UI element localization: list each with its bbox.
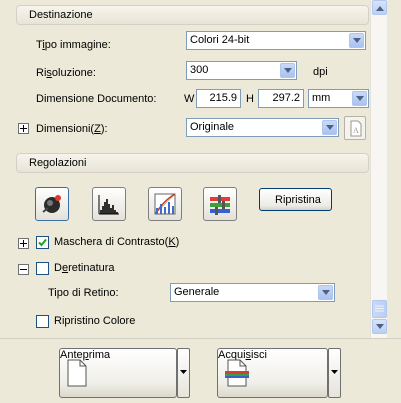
document-icon: A xyxy=(350,120,362,137)
chevron-down-icon xyxy=(180,370,187,374)
color-palette-icon xyxy=(210,195,230,215)
document-icon xyxy=(67,359,87,387)
deretinatura-checkbox[interactable] xyxy=(36,262,49,275)
chevron-down-icon[interactable] xyxy=(352,91,367,106)
scroll-down-button[interactable] xyxy=(372,319,387,334)
maschera-checkbox[interactable] xyxy=(36,236,49,249)
scan-document-icon xyxy=(225,359,249,387)
tipo-immagine-value: Colori 24-bit xyxy=(190,34,250,46)
risoluzione-label: Risoluzione: xyxy=(36,67,96,79)
chevron-down-icon[interactable] xyxy=(280,63,295,78)
ripristina-label: Ripristina xyxy=(275,194,321,206)
maschera-expand-toggle[interactable] xyxy=(18,238,29,249)
grip-icon xyxy=(375,305,384,312)
ripristina-button[interactable]: Ripristina xyxy=(259,188,332,211)
width-field[interactable]: 215.9 xyxy=(196,89,241,108)
histogram-button[interactable] xyxy=(92,187,126,221)
regolazioni-header-label: Regolazioni xyxy=(29,157,87,169)
chevron-down-icon[interactable] xyxy=(349,33,364,48)
window-edge xyxy=(387,0,401,338)
ripristino-colore-label: Ripristino Colore xyxy=(54,315,136,327)
scroll-thumb[interactable] xyxy=(372,300,387,318)
scroll-up-button[interactable] xyxy=(372,0,387,15)
acquisisci-dropdown[interactable] xyxy=(328,348,341,398)
risoluzione-value: 300 xyxy=(190,64,209,76)
destinazione-header-label: Destinazione xyxy=(29,9,93,21)
dimensioni-select[interactable]: Originale xyxy=(186,118,339,137)
tipo-retino-select[interactable]: Generale xyxy=(170,283,335,302)
tipo-immagine-select[interactable]: Colori 24-bit xyxy=(186,31,366,50)
vertical-scrollbar[interactable] xyxy=(370,0,387,338)
color-palette-button[interactable] xyxy=(203,187,237,221)
width-label: W xyxy=(184,93,195,105)
unit-value: mm xyxy=(312,92,331,104)
risoluzione-unit: dpi xyxy=(313,66,328,78)
destinazione-section-header[interactable]: Destinazione xyxy=(16,5,369,25)
height-label: H xyxy=(246,93,254,105)
chevron-up-icon xyxy=(376,6,384,11)
svg-text:A: A xyxy=(353,126,359,135)
auto-exposure-button[interactable] xyxy=(35,187,69,221)
tone-curve-icon xyxy=(154,193,176,215)
plus-icon xyxy=(20,240,27,247)
acquisisci-button[interactable]: Acquisisci xyxy=(217,348,328,398)
deretinatura-collapse-toggle[interactable] xyxy=(18,264,29,275)
histogram-icon xyxy=(98,195,119,215)
settings-panel: Destinazione Tipo immagine: Colori 24-bi… xyxy=(0,0,370,338)
dimensioni-label: Dimensioni(Z): xyxy=(36,123,108,135)
minus-icon xyxy=(20,269,27,270)
tipo-immagine-label: Tipo immagine: xyxy=(36,39,111,51)
anteprima-dropdown[interactable] xyxy=(177,348,190,398)
auto-exposure-icon xyxy=(42,195,61,213)
dimensione-documento-label: Dimensione Documento: xyxy=(36,93,157,105)
chevron-down-icon[interactable] xyxy=(318,285,333,300)
tone-curve-button[interactable] xyxy=(148,187,182,221)
unit-select[interactable]: mm xyxy=(308,89,369,108)
anteprima-button[interactable]: Anteprima xyxy=(59,348,177,398)
regolazioni-section-header[interactable]: Regolazioni xyxy=(16,153,369,173)
plus-icon xyxy=(20,125,27,132)
ripristino-colore-checkbox[interactable] xyxy=(36,315,49,328)
check-icon xyxy=(38,238,47,247)
action-bar: Anteprima Acquisisci xyxy=(0,338,401,403)
tipo-retino-label: Tipo di Retino: xyxy=(48,287,119,299)
dimensioni-expand-toggle[interactable] xyxy=(18,123,29,134)
chevron-down-icon xyxy=(376,324,384,329)
deretinatura-label: Deretinatura xyxy=(54,262,115,274)
tipo-retino-value: Generale xyxy=(174,286,220,298)
chevron-down-icon xyxy=(331,370,338,374)
document-size-button[interactable]: A xyxy=(344,116,366,140)
height-field[interactable]: 297.2 xyxy=(258,89,304,108)
maschera-label: Maschera di Contrasto(K) xyxy=(54,236,180,248)
chevron-down-icon[interactable] xyxy=(322,120,337,135)
dimensioni-value: Originale xyxy=(190,121,235,133)
risoluzione-select[interactable]: 300 xyxy=(186,61,297,80)
